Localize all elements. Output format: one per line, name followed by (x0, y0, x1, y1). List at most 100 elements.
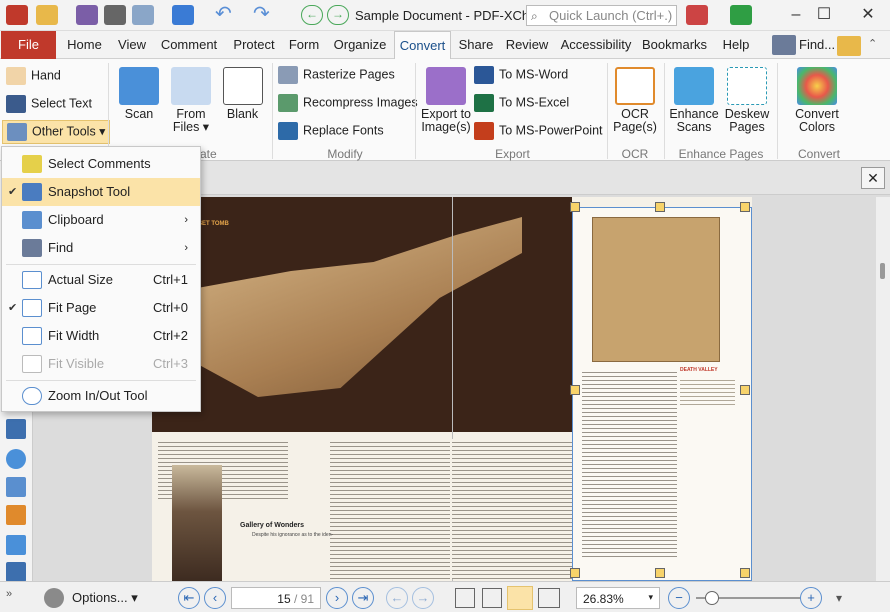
document-page[interactable]: SET TOMB Gallery of Wonders Despite his … (152, 197, 752, 581)
facing-continuous-icon[interactable] (538, 588, 560, 608)
close-button[interactable]: ✕ (846, 0, 890, 31)
blank-button[interactable]: Blank (220, 67, 265, 121)
from-files-button[interactable]: From Files ▾ (166, 67, 216, 134)
maximize-button[interactable]: ☐ (802, 0, 846, 31)
replace-fonts-button[interactable]: Replace Fonts (278, 122, 384, 140)
menu-item-fit-width[interactable]: Fit Width Ctrl+2 (2, 322, 200, 350)
find-icon[interactable] (772, 35, 796, 55)
vertical-scrollbar[interactable] (876, 197, 890, 581)
tab-comment[interactable]: Comment (158, 31, 220, 59)
email-icon[interactable] (132, 5, 154, 25)
zoom-slider-thumb[interactable] (705, 591, 719, 605)
attachments-icon[interactable] (6, 505, 26, 525)
layers-icon[interactable] (6, 562, 26, 582)
tab-help[interactable]: Help (720, 31, 752, 59)
facing-pages-icon[interactable] (507, 586, 533, 610)
back-icon[interactable]: ← (301, 5, 323, 25)
forward-icon[interactable]: → (327, 5, 349, 25)
status-menu-icon[interactable]: ▾ (836, 591, 842, 605)
menu-item-select-comments[interactable]: Select Comments (2, 150, 200, 178)
options-button[interactable]: Options... ▾ (72, 590, 138, 606)
gear-icon[interactable] (44, 588, 64, 608)
app-logo-icon (6, 5, 28, 25)
pages-panel-icon[interactable] (6, 419, 26, 439)
menu-separator (6, 380, 196, 381)
tab-bookmarks[interactable]: Bookmarks (642, 31, 707, 59)
open-folder-icon[interactable] (36, 5, 58, 25)
to-ms-powerpoint-button[interactable]: To MS-PowerPoint (474, 122, 603, 140)
menu-chevron-icon[interactable]: » (6, 588, 12, 600)
other-tools-icon (7, 123, 27, 141)
last-page-button[interactable]: ⇥ (352, 587, 374, 609)
print-icon[interactable] (104, 5, 126, 25)
folder-settings-icon[interactable] (837, 36, 861, 56)
structure-icon[interactable] (6, 477, 26, 497)
close-document-icon[interactable]: ✕ (861, 167, 885, 189)
resize-handle[interactable] (655, 202, 665, 212)
ocr-pages-button[interactable]: OCR Page(s) (612, 67, 658, 134)
menu-item-actual-size[interactable]: Actual Size Ctrl+1 (2, 266, 200, 294)
tools-icon[interactable] (686, 5, 708, 25)
to-ms-excel-button[interactable]: To MS-Excel (474, 94, 569, 112)
group-label-create: ate (200, 147, 217, 161)
first-page-button[interactable]: ⇤ (178, 587, 200, 609)
export-to-images-button[interactable]: Export to Image(s) (420, 67, 472, 134)
select-text-button[interactable]: Select Text (6, 95, 92, 113)
hand-tool-button[interactable]: Hand (6, 67, 61, 85)
convert-colors-button[interactable]: Convert Colors (786, 67, 848, 134)
deskew-pages-button[interactable]: Deskew Pages (722, 67, 772, 134)
forward-view-button[interactable]: → (412, 587, 434, 609)
tab-view[interactable]: View (112, 31, 152, 59)
resize-handle[interactable] (570, 385, 580, 395)
tab-protect[interactable]: Protect (228, 31, 280, 59)
menu-item-zoom-tool[interactable]: Zoom In/Out Tool (2, 382, 200, 410)
menu-item-snapshot-tool[interactable]: ✔ Snapshot Tool (2, 178, 200, 206)
menu-item-clipboard[interactable]: Clipboard › (2, 206, 200, 234)
sidebar-text (680, 377, 735, 407)
page-number-input[interactable]: 15 / 91 (231, 587, 321, 609)
tab-organize[interactable]: Organize (331, 31, 389, 59)
resize-handle[interactable] (570, 568, 580, 578)
scan-button[interactable]: Scan (114, 67, 164, 121)
tab-home[interactable]: Home (62, 31, 107, 59)
group-separator (415, 63, 416, 159)
redo-icon[interactable]: ↷ (253, 4, 275, 25)
save-icon[interactable] (76, 5, 98, 25)
resize-handle[interactable] (655, 568, 665, 578)
resize-handle[interactable] (740, 202, 750, 212)
to-ms-word-button[interactable]: To MS-Word (474, 66, 568, 84)
resize-handle[interactable] (740, 568, 750, 578)
zoom-input[interactable]: 26.83% ▾ (576, 587, 660, 609)
back-view-button[interactable]: ← (386, 587, 408, 609)
continuous-icon[interactable] (482, 588, 502, 608)
tab-share[interactable]: Share (457, 31, 495, 59)
tab-form[interactable]: Form (285, 31, 323, 59)
single-page-icon[interactable] (455, 588, 475, 608)
enhance-scans-button[interactable]: Enhance Scans (668, 67, 720, 134)
find-button[interactable]: Find... (799, 31, 835, 59)
scan-icon[interactable] (172, 5, 194, 25)
zoom-in-button[interactable]: + (800, 587, 822, 609)
menu-item-find[interactable]: Find › (2, 234, 200, 262)
resize-handle[interactable] (740, 385, 750, 395)
tab-accessibility[interactable]: Accessibility (560, 31, 632, 59)
tab-convert[interactable]: Convert (394, 31, 451, 60)
tab-review[interactable]: Review (504, 31, 550, 59)
camera-icon (22, 183, 42, 201)
tab-file[interactable]: File (1, 31, 56, 59)
recompress-images-button[interactable]: Recompress Images (278, 94, 418, 112)
menu-item-fit-page[interactable]: ✔ Fit Page Ctrl+0 (2, 294, 200, 322)
resize-handle[interactable] (570, 202, 580, 212)
previous-page-button[interactable]: ‹ (204, 587, 226, 609)
quick-launch-input[interactable]: Quick Launch (Ctrl+.) (526, 5, 677, 26)
destinations-icon[interactable] (6, 449, 26, 469)
rasterize-pages-button[interactable]: Rasterize Pages (278, 66, 395, 84)
other-tools-button[interactable]: Other Tools ▾ (2, 120, 111, 144)
tags-icon[interactable] (6, 535, 26, 555)
undo-icon[interactable]: ↶ (215, 4, 237, 25)
scroll-thumb[interactable] (880, 263, 885, 279)
zoom-out-button[interactable]: − (668, 587, 690, 609)
collapse-ribbon-icon[interactable]: ⌃ (868, 37, 877, 50)
next-page-button[interactable]: › (326, 587, 348, 609)
fullscreen-icon[interactable] (730, 5, 752, 25)
